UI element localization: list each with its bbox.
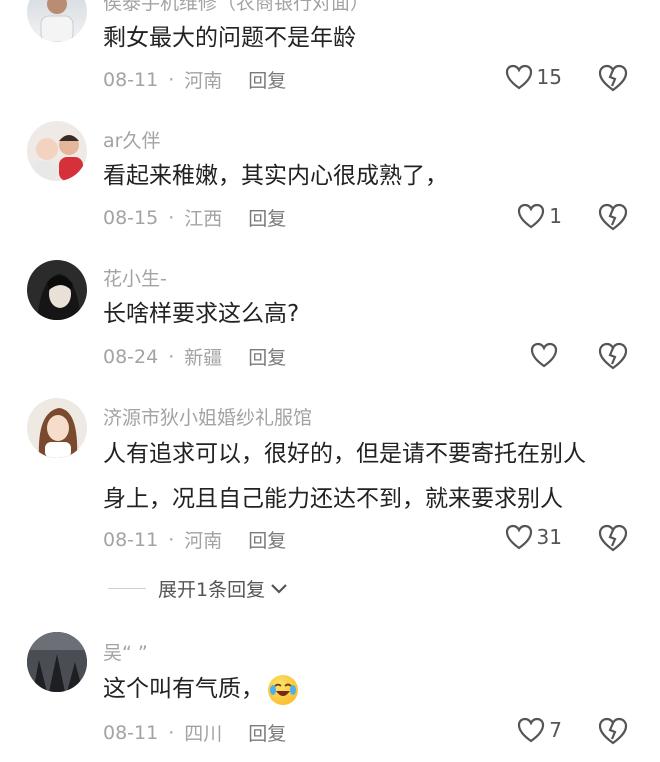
comment-meta: 08-24 · 新疆 回复 [103, 343, 286, 370]
chevron-down-icon [271, 583, 287, 594]
like-button[interactable]: 31 [505, 524, 562, 550]
comment-location: 四川 [184, 723, 223, 745]
comment-username[interactable]: 侯泰手机维修（农商银行对面） [103, 0, 369, 15]
divider-line [108, 588, 146, 589]
comment-meta: 08-11 · 河南 回复 [103, 66, 286, 93]
reply-button[interactable]: 回复 [248, 719, 286, 746]
reply-button[interactable]: 回复 [248, 66, 286, 93]
comment-date: 08-11 [103, 528, 159, 551]
like-button[interactable]: 7 [517, 717, 562, 743]
broken-heart-icon [598, 717, 628, 745]
meta-separator: · [168, 528, 175, 551]
comment-meta: 08-11 · 河南 回复 [103, 526, 286, 553]
comment-text-line-1: 人有追求可以，很好的，但是请不要寄托在别人 [103, 441, 586, 467]
dislike-button[interactable] [598, 64, 628, 96]
broken-heart-icon [598, 524, 628, 552]
avatar[interactable] [27, 398, 87, 458]
like-button[interactable] [530, 342, 562, 368]
comment-location: 新疆 [184, 347, 223, 369]
heart-icon [505, 64, 532, 90]
reply-button[interactable]: 回复 [248, 343, 286, 370]
like-count: 1 [549, 204, 562, 228]
heart-icon [518, 717, 545, 743]
expand-replies-button[interactable]: 展开1条回复 [108, 575, 289, 602]
comment-date: 08-11 [103, 721, 159, 744]
dislike-button[interactable] [598, 342, 628, 374]
meta-separator: · [168, 721, 175, 744]
like-button[interactable]: 15 [505, 64, 562, 90]
broken-heart-icon [598, 203, 628, 231]
comment-username[interactable]: 花小生- [103, 264, 167, 291]
meta-separator: · [168, 68, 175, 91]
meta-separator: · [168, 206, 175, 229]
meta-separator: · [168, 345, 175, 368]
dislike-button[interactable] [598, 203, 628, 235]
comment-meta: 08-11 · 四川 回复 [103, 719, 286, 746]
avatar[interactable] [27, 260, 87, 320]
comment-text-line-2: 身上，况且自己能力还达不到，就来要求别人 [103, 486, 563, 512]
comment-date: 08-11 [103, 68, 159, 91]
dislike-button[interactable] [598, 524, 628, 556]
avatar[interactable] [27, 0, 87, 42]
comment-username[interactable]: ar久伴 [103, 126, 160, 153]
comment-text: 这个叫有气质， [103, 669, 298, 709]
comment-location: 河南 [184, 70, 223, 92]
heart-icon [505, 524, 532, 550]
comment-location: 河南 [184, 530, 223, 552]
broken-heart-icon [598, 342, 628, 370]
heart-icon [518, 203, 545, 229]
comment-text: 看起来稚嫩，其实内心很成熟了， [103, 163, 448, 189]
laughing-crying-emoji-icon [268, 674, 298, 705]
comment-date: 08-24 [103, 345, 159, 368]
reply-button[interactable]: 回复 [248, 204, 286, 231]
like-count: 15 [536, 65, 562, 89]
like-count: 7 [549, 718, 562, 742]
broken-heart-icon [598, 64, 628, 92]
comment-text: 长啥样要求这么高? [103, 301, 300, 327]
comment-username[interactable]: 济源市狄小姐婚纱礼服馆 [103, 403, 312, 430]
like-count: 31 [536, 525, 562, 549]
comment-text: 剩女最大的问题不是年龄 [103, 25, 356, 51]
expand-replies-label: 展开1条回复 [158, 579, 266, 601]
avatar[interactable] [27, 121, 87, 181]
heart-icon [530, 342, 558, 368]
comment-location: 江西 [184, 208, 223, 230]
comment-text-content: 这个叫有气质， [103, 676, 264, 702]
comment-meta: 08-15 · 江西 回复 [103, 204, 286, 231]
comment-username[interactable]: 吴“ ” [103, 638, 148, 665]
reply-button[interactable]: 回复 [248, 526, 286, 553]
like-button[interactable]: 1 [517, 203, 562, 229]
comment-date: 08-15 [103, 206, 159, 229]
dislike-button[interactable] [598, 717, 628, 749]
avatar[interactable] [27, 632, 87, 692]
